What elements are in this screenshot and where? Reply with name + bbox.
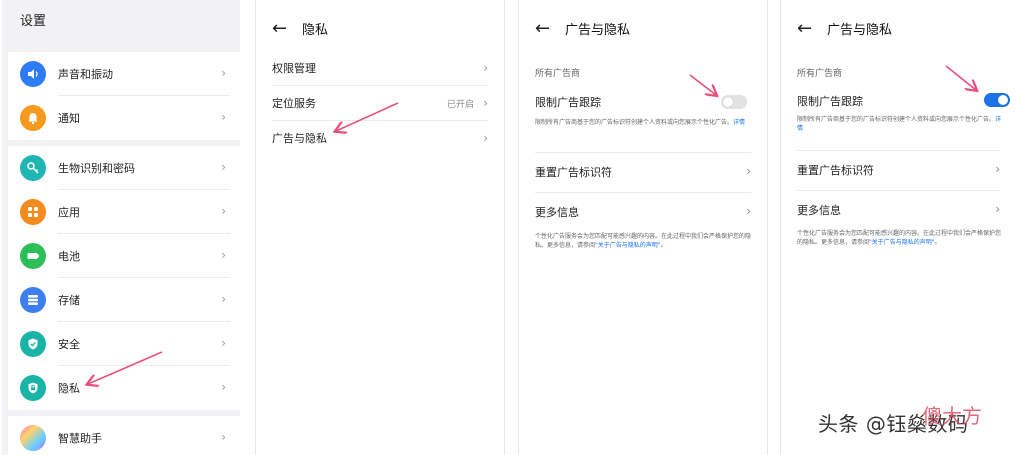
- row-label: 广告与隐私: [272, 132, 327, 145]
- ads-header: ← 广告与隐私: [535, 18, 630, 39]
- settings-item-label: 通知: [58, 112, 80, 125]
- divider: [797, 150, 1000, 151]
- toggle-knob: [998, 95, 1008, 105]
- back-arrow-icon[interactable]: ←: [797, 18, 821, 39]
- bell-icon: [20, 105, 46, 131]
- chevron-right-icon: ›: [995, 202, 1000, 216]
- privacy-statement-link[interactable]: "关于广告与隐私的声明": [595, 242, 661, 249]
- details-link[interactable]: 详情: [733, 119, 745, 126]
- settings-panel: 设置 声音和振动 › 通知 › 生物识别和密码 › 应用 › 电池 › 存储 ›…: [2, 0, 240, 455]
- chevron-right-icon: ›: [483, 61, 488, 75]
- settings-item-assistant[interactable]: 智慧助手 ›: [8, 416, 240, 455]
- apps-grid-icon: [20, 199, 46, 225]
- footer-end: 。: [660, 242, 667, 249]
- page-title: 广告与隐私: [827, 23, 893, 38]
- description-text: 限制所有广告商基于您的广告标识符创建个人资料或向您展示个性化广告。: [535, 119, 734, 126]
- settings-item-label: 电池: [58, 250, 80, 263]
- settings-item-notifications[interactable]: 通知 ›: [8, 96, 240, 140]
- row-label: 重置广告标识符: [535, 166, 612, 179]
- row-label: 权限管理: [272, 62, 316, 75]
- privacy-row-location[interactable]: 定位服务 已开启 ›: [272, 86, 488, 120]
- section-header: 所有广告商: [535, 69, 581, 79]
- chevron-right-icon: ›: [746, 204, 751, 218]
- page-title: 广告与隐私: [565, 23, 631, 38]
- settings-item-label: 生物识别和密码: [58, 162, 135, 175]
- chevron-right-icon: ›: [221, 110, 226, 124]
- settings-item-label: 安全: [58, 338, 80, 351]
- privacy-panel: ← 隐私 权限管理 › 定位服务 已开启 › 广告与隐私 ›: [255, 0, 505, 455]
- settings-item-label: 声音和振动: [58, 68, 113, 81]
- privacy-lock-icon: [20, 375, 46, 401]
- row-label: 重置广告标识符: [797, 164, 874, 177]
- row-label: 更多信息: [535, 206, 579, 219]
- settings-item-sound[interactable]: 声音和振动 ›: [8, 52, 240, 96]
- ads-privacy-panel-off: ← 广告与隐私 所有广告商 限制广告跟踪 限制所有广告商基于您的广告标识符创建个…: [518, 0, 768, 455]
- settings-item-label: 存储: [58, 294, 80, 307]
- limit-ad-tracking-toggle[interactable]: [721, 95, 747, 109]
- shield-check-icon: [20, 331, 46, 357]
- chevron-right-icon: ›: [221, 336, 226, 350]
- settings-item-label: 智慧助手: [58, 432, 102, 445]
- settings-item-battery[interactable]: 电池 ›: [8, 234, 240, 278]
- battery-icon: [20, 243, 46, 269]
- watermark-overlay: 傻大方: [922, 404, 982, 428]
- reset-ad-id-row[interactable]: 重置广告标识符 ›: [797, 162, 1000, 178]
- ads-privacy-panel-on: ← 广告与隐私 所有广告商 限制广告跟踪 限制所有广告商基于您的广告标识符创建个…: [780, 0, 1016, 455]
- privacy-row-ads[interactable]: 广告与隐私 ›: [272, 121, 488, 155]
- chevron-right-icon: ›: [995, 162, 1000, 176]
- assistant-icon: [20, 425, 46, 451]
- settings-item-privacy[interactable]: 隐私 ›: [8, 366, 240, 410]
- storage-icon: [20, 287, 46, 313]
- settings-item-apps[interactable]: 应用 ›: [8, 190, 240, 234]
- speaker-icon: [20, 61, 46, 87]
- settings-item-biometrics[interactable]: 生物识别和密码 ›: [8, 146, 240, 190]
- back-arrow-icon[interactable]: ←: [535, 18, 559, 39]
- privacy-header: ← 隐私: [272, 18, 328, 39]
- back-arrow-icon[interactable]: ←: [272, 18, 296, 39]
- settings-item-storage[interactable]: 存储 ›: [8, 278, 240, 322]
- chevron-right-icon: ›: [483, 131, 488, 145]
- more-info-row[interactable]: 更多信息 ›: [797, 202, 1000, 218]
- chevron-right-icon: ›: [221, 160, 226, 174]
- reset-ad-id-row[interactable]: 重置广告标识符 ›: [535, 164, 751, 180]
- limit-ad-tracking-label: 限制广告跟踪: [797, 95, 863, 108]
- limit-ad-tracking-label: 限制广告跟踪: [535, 96, 601, 109]
- chevron-right-icon: ›: [221, 248, 226, 262]
- privacy-row-permissions[interactable]: 权限管理 ›: [272, 51, 488, 85]
- settings-item-label: 应用: [58, 206, 80, 219]
- settings-title: 设置: [20, 14, 47, 29]
- settings-item-security[interactable]: 安全 ›: [8, 322, 240, 366]
- divider: [797, 190, 1000, 191]
- row-label: 更多信息: [797, 204, 841, 217]
- divider: [535, 192, 751, 193]
- page-title: 隐私: [302, 23, 329, 38]
- settings-group-3: 智慧助手 ›: [8, 416, 240, 455]
- privacy-statement-link[interactable]: "关于广告与隐私的声明": [869, 239, 935, 246]
- description-text: 限制所有广告商基于您的广告标识符创建个人资料或向您展示个性化广告。: [797, 116, 996, 123]
- limit-ad-tracking-description: 限制所有广告商基于您的广告标识符创建个人资料或向您展示个性化广告。详情: [535, 118, 753, 127]
- chevron-right-icon: ›: [221, 66, 226, 80]
- chevron-right-icon: ›: [746, 164, 751, 178]
- limit-ad-tracking-toggle[interactable]: [984, 93, 1010, 107]
- limit-ad-tracking-description: 限制所有广告商基于您的广告标识符创建个人资料或向您展示个性化广告。详情: [797, 115, 1002, 133]
- settings-group-1: 声音和振动 › 通知 ›: [8, 52, 240, 140]
- location-status: 已开启: [446, 99, 474, 110]
- section-header: 所有广告商: [797, 69, 843, 79]
- settings-group-2: 生物识别和密码 › 应用 › 电池 › 存储 › 安全 › 隐私 ›: [8, 146, 240, 410]
- footer-note: 个性化广告服务会为您匹配可能感兴趣的内容。在此过程中我们会严格保护您的隐私。更多…: [797, 229, 1002, 247]
- footer-end: 。: [934, 239, 941, 246]
- row-label: 定位服务: [272, 97, 316, 110]
- more-info-row[interactable]: 更多信息 ›: [535, 204, 751, 220]
- chevron-right-icon: ›: [221, 292, 226, 306]
- chevron-right-icon: ›: [221, 380, 226, 394]
- chevron-right-icon: ›: [221, 430, 226, 444]
- divider: [535, 152, 751, 153]
- key-icon: [20, 155, 46, 181]
- footer-note: 个性化广告服务会为您匹配可能感兴趣的内容。在此过程中我们会严格保护您的隐私。更多…: [535, 232, 753, 250]
- toggle-knob: [723, 97, 733, 107]
- ads-header: ← 广告与隐私: [797, 18, 892, 39]
- settings-item-label: 隐私: [58, 382, 80, 395]
- chevron-right-icon: ›: [483, 96, 488, 110]
- chevron-right-icon: ›: [221, 204, 226, 218]
